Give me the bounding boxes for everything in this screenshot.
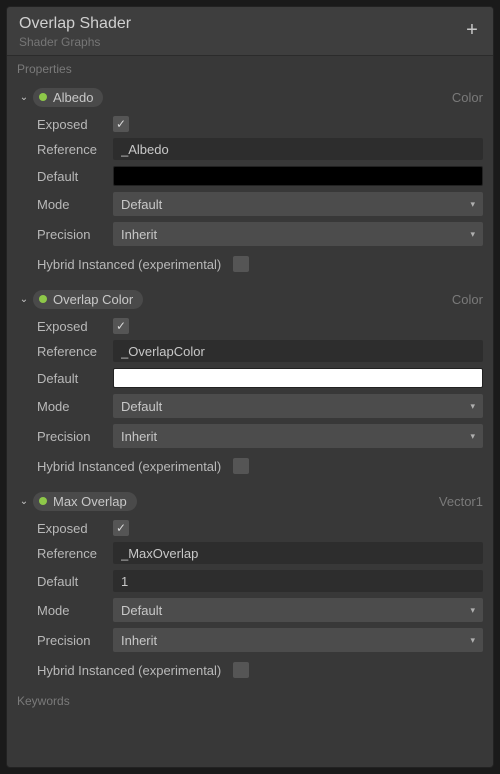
default-value-input[interactable] [113, 570, 483, 592]
chevron-down-icon: ▾ [470, 635, 475, 646]
row-label: Reference [37, 142, 113, 157]
reference-input[interactable] [113, 138, 483, 160]
row-label: Exposed [37, 319, 113, 334]
reference-input[interactable] [113, 542, 483, 564]
property-type: Color [452, 90, 483, 105]
property-row: Exposed✓ [37, 318, 483, 334]
property-type: Vector1 [439, 494, 483, 509]
precision-value: Inherit [121, 633, 157, 648]
expand-toggle-icon[interactable]: ⌄ [17, 496, 31, 507]
color-swatch[interactable] [113, 166, 483, 186]
hybrid-row: Hybrid Instanced (experimental) [37, 458, 483, 474]
property-block: ⌄Max OverlapVector1Exposed✓ReferenceDefa… [7, 484, 493, 678]
row-label: Default [37, 574, 113, 589]
add-button[interactable]: + [463, 21, 481, 39]
property-name: Albedo [53, 90, 93, 105]
chevron-down-icon: ▾ [470, 431, 475, 442]
panel-subtitle: Shader Graphs [19, 35, 131, 49]
property-row: Reference [37, 542, 483, 564]
hybrid-checkbox[interactable] [233, 458, 249, 474]
row-label: Precision [37, 429, 113, 444]
property-pill[interactable]: Max Overlap [33, 492, 137, 511]
row-label: Exposed [37, 117, 113, 132]
row-label: Mode [37, 197, 113, 212]
precision-dropdown[interactable]: Inherit ▾ [113, 424, 483, 448]
hybrid-checkbox[interactable] [233, 662, 249, 678]
property-type: Color [452, 292, 483, 307]
property-row: Reference [37, 340, 483, 362]
property-row: Default [37, 368, 483, 388]
expand-toggle-icon[interactable]: ⌄ [17, 294, 31, 305]
property-name: Max Overlap [53, 494, 127, 509]
expand-toggle-icon[interactable]: ⌄ [17, 92, 31, 103]
property-name: Overlap Color [53, 292, 133, 307]
row-label: Mode [37, 399, 113, 414]
mode-dropdown[interactable]: Default ▾ [113, 394, 483, 418]
hybrid-label: Hybrid Instanced (experimental) [37, 257, 221, 272]
property-header: ⌄ Albedo Color [17, 84, 483, 110]
property-pill[interactable]: Albedo [33, 88, 103, 107]
hybrid-label: Hybrid Instanced (experimental) [37, 663, 221, 678]
property-block: ⌄AlbedoColorExposed✓ReferenceDefaultMode… [7, 80, 493, 272]
property-row: Precision Inherit ▾ [37, 424, 483, 448]
chevron-down-icon: ▾ [470, 229, 475, 240]
exposed-checkbox[interactable]: ✓ [113, 318, 129, 334]
property-row: Default [37, 166, 483, 186]
precision-dropdown[interactable]: Inherit ▾ [113, 222, 483, 246]
color-dot-icon [39, 295, 47, 303]
mode-value: Default [121, 603, 162, 618]
panel-title: Overlap Shader [19, 15, 131, 33]
precision-value: Inherit [121, 227, 157, 242]
property-header: ⌄ Max Overlap Vector1 [17, 488, 483, 514]
property-row: Precision Inherit ▾ [37, 222, 483, 246]
row-label: Exposed [37, 521, 113, 536]
mode-value: Default [121, 399, 162, 414]
color-dot-icon [39, 497, 47, 505]
properties-section-label: Properties [7, 56, 493, 80]
chevron-down-icon: ▾ [470, 605, 475, 616]
hybrid-label: Hybrid Instanced (experimental) [37, 459, 221, 474]
color-dot-icon [39, 93, 47, 101]
row-label: Precision [37, 227, 113, 242]
chevron-down-icon: ▾ [470, 199, 475, 210]
property-row: Exposed✓ [37, 520, 483, 536]
hybrid-checkbox[interactable] [233, 256, 249, 272]
property-pill[interactable]: Overlap Color [33, 290, 143, 309]
exposed-checkbox[interactable]: ✓ [113, 520, 129, 536]
row-label: Precision [37, 633, 113, 648]
property-row: Mode Default ▾ [37, 598, 483, 622]
mode-dropdown[interactable]: Default ▾ [113, 598, 483, 622]
mode-value: Default [121, 197, 162, 212]
titlebar: Overlap Shader Shader Graphs + [7, 7, 493, 56]
property-row: Precision Inherit ▾ [37, 628, 483, 652]
row-label: Reference [37, 546, 113, 561]
precision-value: Inherit [121, 429, 157, 444]
keywords-section-label: Keywords [7, 688, 493, 712]
precision-dropdown[interactable]: Inherit ▾ [113, 628, 483, 652]
row-label: Default [37, 169, 113, 184]
hybrid-row: Hybrid Instanced (experimental) [37, 662, 483, 678]
shader-panel: Overlap Shader Shader Graphs + Propertie… [6, 6, 494, 768]
chevron-down-icon: ▾ [470, 401, 475, 412]
property-row: Reference [37, 138, 483, 160]
row-label: Default [37, 371, 113, 386]
property-row: Mode Default ▾ [37, 192, 483, 216]
exposed-checkbox[interactable]: ✓ [113, 116, 129, 132]
property-block: ⌄Overlap ColorColorExposed✓ReferenceDefa… [7, 282, 493, 474]
property-header: ⌄ Overlap Color Color [17, 286, 483, 312]
hybrid-row: Hybrid Instanced (experimental) [37, 256, 483, 272]
reference-input[interactable] [113, 340, 483, 362]
property-row: Default [37, 570, 483, 592]
row-label: Mode [37, 603, 113, 618]
mode-dropdown[interactable]: Default ▾ [113, 192, 483, 216]
property-row: Exposed✓ [37, 116, 483, 132]
property-row: Mode Default ▾ [37, 394, 483, 418]
row-label: Reference [37, 344, 113, 359]
color-swatch[interactable] [113, 368, 483, 388]
